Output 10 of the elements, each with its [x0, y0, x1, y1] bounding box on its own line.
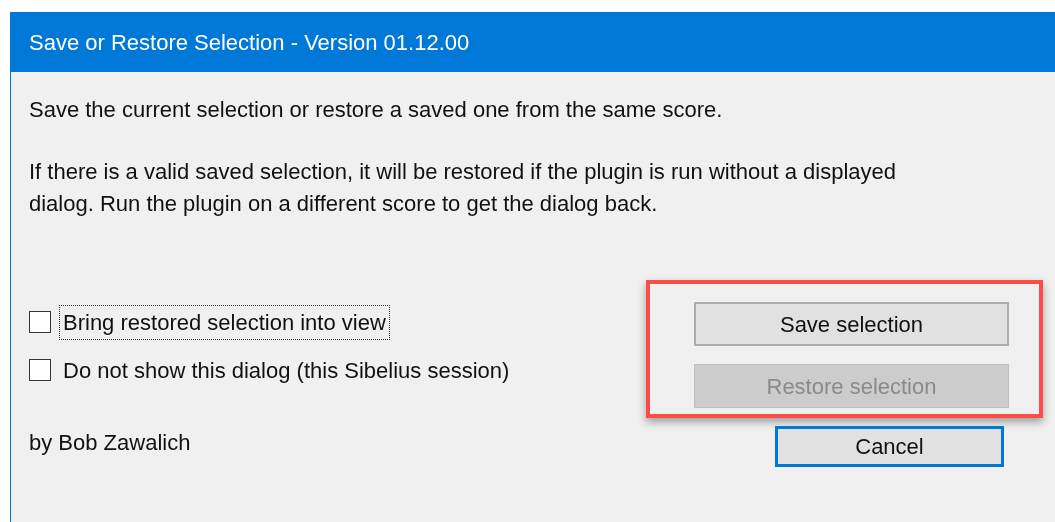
instruction-text: Save the current selection or restore a saved one from the same score.: [29, 96, 724, 124]
window-title: Save or Restore Selection - Version 01.12.00: [29, 28, 470, 57]
checkbox[interactable]: [29, 311, 51, 333]
dialog-button[interactable]: Save selection: [694, 302, 1009, 346]
checkbox-label[interactable]: Bring restored selection into view: [59, 304, 390, 340]
instruction-text: If there is a valid saved selection, it will be restored if the plugin is run without a displayed dialog. Run the plugin on a different score to get the dialog back.: [29, 158, 897, 218]
dialog-button[interactable]: Cancel: [775, 426, 1004, 467]
checkbox[interactable]: [29, 359, 51, 381]
checkbox-label[interactable]: Do not show this dialog (this Sibelius session): [59, 352, 514, 388]
author-credit: by Bob Zawalich: [29, 429, 191, 457]
